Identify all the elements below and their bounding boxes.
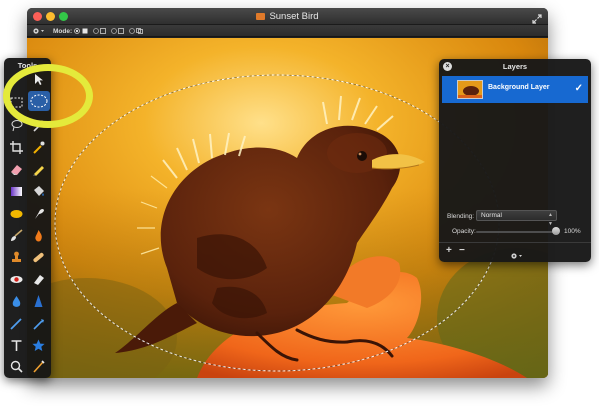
eraser-icon[interactable]: [9, 162, 24, 177]
title-bar[interactable]: Sunset Bird: [27, 8, 548, 25]
layer-visibility-checkmark[interactable]: ✓: [575, 83, 583, 94]
blending-mode-value: Normal: [481, 212, 502, 219]
intersect-selection-icon[interactable]: [129, 28, 135, 34]
blending-mode-select[interactable]: Normal ▲ ▼: [476, 210, 557, 227]
red-eye-icon[interactable]: [9, 272, 24, 287]
mode-label: Mode:: [53, 27, 73, 35]
screenshot-stage: Sunset Bird Mode: Tools × Layers Backgro…: [0, 0, 599, 412]
gear-menu-icon[interactable]: [32, 27, 45, 37]
sharpen-icon[interactable]: [31, 294, 46, 309]
opacity-slider-knob[interactable]: [552, 227, 560, 235]
intersect-selection-swatch-icon: [136, 28, 143, 34]
crop-icon[interactable]: [9, 140, 24, 155]
blending-label: Blending:: [447, 213, 475, 220]
brush-icon[interactable]: [9, 228, 24, 243]
subtract-selection-swatch-icon: [118, 28, 124, 34]
line-icon[interactable]: [31, 316, 46, 331]
options-toolbar: Mode:: [27, 25, 548, 37]
opacity-value: 100%: [564, 228, 581, 235]
window-title-text: Sunset Bird: [269, 11, 319, 22]
pen-icon[interactable]: [9, 316, 24, 331]
layer-row-background[interactable]: Background Layer ✓: [442, 76, 588, 103]
paint-bucket-icon[interactable]: [31, 184, 46, 199]
layers-panel: × Layers Background Layer ✓ Blending: No…: [439, 59, 591, 262]
stamp-icon[interactable]: [9, 250, 24, 265]
zoom-icon[interactable]: [9, 359, 24, 374]
smudge-icon[interactable]: [31, 206, 46, 221]
layers-panel-title: Layers: [502, 62, 528, 71]
image-file-icon: [256, 13, 266, 20]
opacity-label: Opacity:: [452, 228, 476, 235]
burn-icon[interactable]: [31, 228, 46, 243]
sponge-icon[interactable]: [9, 206, 24, 221]
add-to-selection-icon[interactable]: [93, 28, 99, 34]
new-selection-swatch-icon: [82, 28, 88, 34]
opacity-slider[interactable]: [476, 231, 556, 233]
add-selection-swatch-icon: [100, 28, 106, 34]
pencil-icon[interactable]: [31, 162, 46, 177]
layers-footer-divider: [439, 242, 591, 243]
layer-thumbnail: [457, 80, 483, 99]
eyedropper-icon[interactable]: [31, 140, 46, 155]
dodge-icon[interactable]: [31, 272, 46, 287]
bandage-icon[interactable]: [31, 250, 46, 265]
tool-highlight-ring: [3, 64, 93, 128]
gradient-icon[interactable]: [9, 184, 24, 199]
layer-options-gear-icon[interactable]: [510, 247, 523, 265]
new-selection-icon[interactable]: [74, 28, 80, 34]
subtract-selection-icon[interactable]: [111, 28, 117, 34]
layer-name: Background Layer: [488, 84, 550, 91]
shape-star-icon[interactable]: [31, 338, 46, 353]
layers-panel-header: × Layers: [439, 59, 591, 75]
hand-icon[interactable]: [31, 359, 46, 374]
blur-drop-icon[interactable]: [9, 294, 24, 309]
add-layer-button[interactable]: +: [446, 245, 452, 257]
select-arrows-icon: ▲ ▼: [548, 212, 553, 227]
remove-layer-button[interactable]: −: [459, 245, 465, 257]
text-icon[interactable]: [9, 338, 24, 353]
window-title: Sunset Bird: [27, 10, 548, 23]
